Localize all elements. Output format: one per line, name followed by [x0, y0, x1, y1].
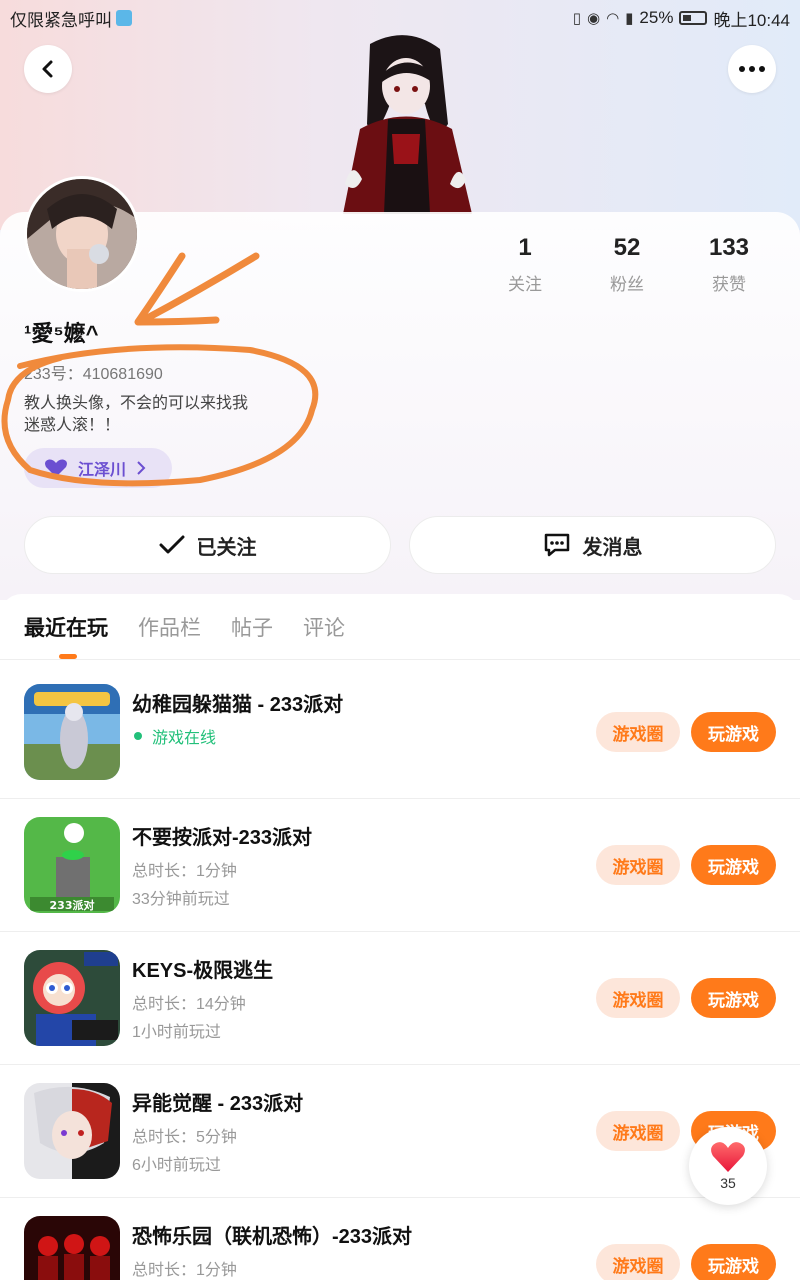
heart-icon: [45, 459, 67, 477]
game-title: 恐怖乐园（联机恐怖）-233派对: [132, 1226, 413, 1248]
signal-icon: ▮: [625, 10, 634, 27]
profile-tabs: 最近在玩 作品栏 帖子 评论: [24, 612, 345, 642]
game-icon-dont-press: 233派对: [24, 817, 120, 913]
play-game-button[interactable]: 玩游戏: [691, 845, 776, 885]
game-icon-kindergarten: [24, 684, 120, 780]
online-label: 游戏在线: [152, 730, 217, 747]
wifi-icon: ◠: [606, 10, 620, 27]
bio-line: 教人换头像，不会的可以来找我: [24, 395, 249, 412]
game-list-item[interactable]: 233派对 不要按派对-233派对 总时长：1分钟 33分钟前玩过 游戏圈 玩游…: [0, 799, 800, 932]
clock: 晚上10:44: [713, 10, 790, 30]
username: ¹愛⁵嬷^: [24, 321, 99, 346]
message-label: 发消息: [582, 536, 643, 559]
like-floating-button[interactable]: 35: [689, 1127, 767, 1205]
game-icon-horror-park: [24, 1216, 120, 1280]
play-duration: 总时长：14分钟: [132, 996, 246, 1013]
stat-following[interactable]: 1 关注: [474, 234, 576, 295]
followed-button[interactable]: 已关注: [24, 516, 391, 574]
heart-icon: [711, 1142, 745, 1172]
stat-followers[interactable]: 52 粉丝: [576, 234, 678, 295]
online-status: 游戏在线: [132, 724, 216, 748]
play-duration: 总时长：1分钟: [132, 1262, 237, 1279]
game-title: KEYS-极限逃生: [132, 960, 274, 982]
game-circle-button[interactable]: 游戏圈: [596, 712, 680, 752]
game-list-item[interactable]: 异能觉醒 - 233派对 总时长：5分钟 6小时前玩过 游戏圈 玩游戏: [0, 1065, 800, 1198]
game-circle-button[interactable]: 游戏圈: [596, 845, 680, 885]
tab-comments[interactable]: 评论: [303, 612, 345, 642]
stat-likes[interactable]: 133 获赞: [678, 234, 780, 295]
tab-recently-played[interactable]: 最近在玩: [24, 612, 108, 642]
message-bubble-icon: [544, 533, 569, 557]
check-icon: [159, 535, 184, 554]
user-bio: 教人换头像，不会的可以来找我 迷惑人滚！！: [24, 393, 324, 437]
play-duration: 总时长：1分钟: [132, 863, 237, 880]
stat-label: 粉丝: [610, 275, 644, 294]
battery-icon: [679, 11, 708, 25]
play-game-button[interactable]: 玩游戏: [691, 978, 776, 1018]
play-game-button[interactable]: 玩游戏: [691, 1244, 776, 1280]
last-played: 1小时前玩过: [132, 1024, 221, 1041]
play-duration: 总时长：5分钟: [132, 1129, 237, 1146]
game-title: 不要按派对-233派对: [132, 827, 313, 849]
back-button[interactable]: [24, 45, 72, 93]
status-bar: 仅限紧急呼叫 ▯ ◉ ◠ ▮ 25% 晚上10:44: [0, 0, 800, 36]
user-avatar[interactable]: [24, 176, 140, 292]
game-icon-awakening: [24, 1083, 120, 1179]
tabs-divider: [0, 659, 800, 660]
avatar-photo-image: [27, 179, 137, 289]
stat-label: 获赞: [712, 275, 746, 294]
tag-label: 江泽川: [78, 462, 127, 479]
battery-percent: 25%: [639, 8, 674, 27]
tab-posts[interactable]: 帖子: [231, 612, 273, 642]
send-message-button[interactable]: 发消息: [409, 516, 776, 574]
stat-label: 关注: [508, 275, 542, 294]
carrier-text: 仅限紧急呼叫: [10, 10, 112, 30]
game-list-item[interactable]: 幼稚园躲猫猫 - 233派对 游戏在线 游戏圈 玩游戏: [0, 666, 800, 799]
back-arrow-icon: [42, 60, 53, 78]
stats-row: 1 关注 52 粉丝 133 获赞: [474, 234, 780, 295]
game-circle-button[interactable]: 游戏圈: [596, 1111, 680, 1151]
bio-line: 迷惑人滚！！: [24, 417, 121, 434]
stat-value: 1: [518, 234, 532, 261]
notification-app-icon: [116, 10, 132, 26]
more-dots-icon: [739, 66, 765, 72]
play-game-button[interactable]: 玩游戏: [691, 712, 776, 752]
game-title: 幼稚园躲猫猫 - 233派对: [132, 694, 344, 716]
last-played: 6小时前玩过: [132, 1157, 221, 1174]
game-circle-button[interactable]: 游戏圈: [596, 978, 680, 1018]
tab-works[interactable]: 作品栏: [138, 612, 201, 642]
stat-value: 133: [708, 234, 750, 261]
user-id: 233号：410681690: [24, 366, 163, 383]
game-title: 异能觉醒 - 233派对: [132, 1093, 304, 1115]
stat-value: 52: [613, 234, 641, 261]
last-played: 33分钟前玩过: [132, 891, 230, 908]
like-count: 35: [720, 1175, 736, 1191]
game-list-item[interactable]: KEYS-极限逃生 总时长：14分钟 1小时前玩过 游戏圈 玩游戏: [0, 932, 800, 1065]
game-circle-button[interactable]: 游戏圈: [596, 1244, 680, 1280]
game-list-item[interactable]: 恐怖乐园（联机恐怖）-233派对 总时长：1分钟 游戏圈 玩游戏: [0, 1198, 800, 1280]
relationship-tag[interactable]: 江泽川: [24, 448, 172, 488]
online-dot-icon: [134, 732, 142, 740]
character-figure-image: [343, 35, 472, 214]
vibrate-icon: ▯: [572, 10, 581, 27]
svg-text:233派对: 233派对: [50, 898, 95, 912]
followed-label: 已关注: [196, 536, 257, 559]
chevron-right-icon: [137, 461, 146, 475]
game-icon-keys: [24, 950, 120, 1046]
more-button[interactable]: [728, 45, 776, 93]
eye-icon: ◉: [586, 10, 601, 27]
